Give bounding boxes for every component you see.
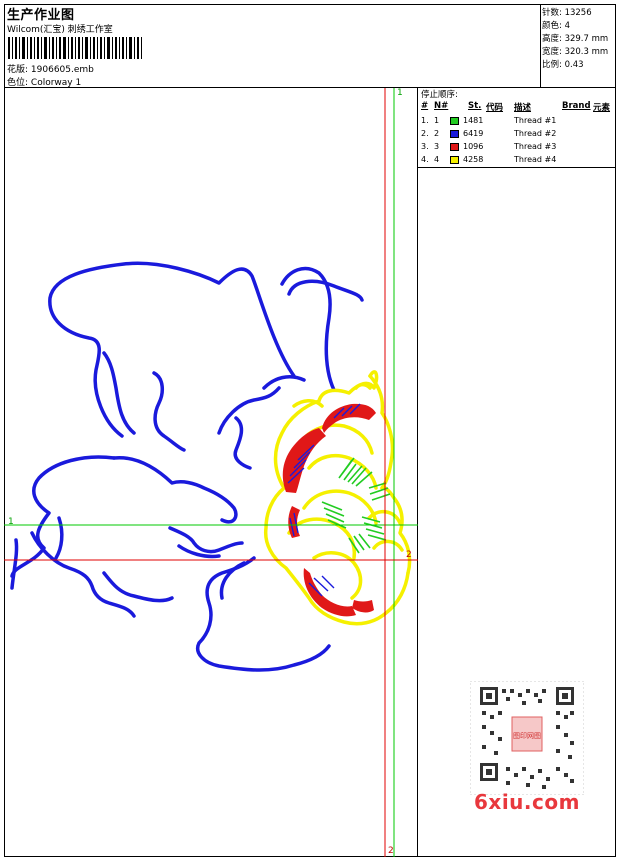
colorway-value: Colorway 1 (30, 78, 82, 88)
row-desc: Thread #4 (514, 155, 557, 164)
col-st: St. (468, 101, 482, 111)
stat-label: 高度: (542, 34, 562, 44)
red-h-label: 2 (406, 550, 412, 560)
watermark-logo: 6xiu.com (474, 790, 580, 814)
stat-scale: 比例: 0.43 (542, 58, 584, 70)
stats-panel: 针数: 13256 颜色: 4 高度: 329.7 mm 宽度: 320.3 m… (540, 4, 616, 88)
color-swatch (450, 117, 459, 125)
green-v-label: 1 (397, 88, 403, 98)
row-code: 6419 (463, 129, 484, 138)
col-brand: Brand (562, 101, 591, 111)
col-num: # (421, 101, 429, 111)
stat-value: 13256 (564, 8, 592, 18)
stat-stitches: 针数: 13256 (542, 6, 592, 18)
table-divider (418, 167, 616, 168)
design-value: 1906605.emb (30, 65, 94, 75)
row-code: 1481 (463, 116, 484, 125)
stat-label: 比例: (542, 60, 562, 70)
stat-colors: 颜色: 4 (542, 19, 570, 31)
red-v-label: 2 (388, 846, 394, 856)
color-swatch (450, 143, 459, 151)
row-num: 3. (421, 142, 429, 151)
row-n: 2 (434, 129, 440, 138)
green-h-label: 1 (8, 517, 14, 527)
studio-name: Wilcom(汇宝) 刺绣工作室 (7, 25, 113, 35)
design-canvas: 1 1 2 2 (4, 88, 418, 857)
qr-code: 图印网图 (470, 681, 584, 795)
color-swatch (450, 156, 459, 164)
design-row: 花版: 1906605.emb (7, 62, 94, 75)
design-label: 花版: (7, 65, 29, 75)
row-num: 1. (421, 116, 429, 125)
stat-height: 高度: 329.7 mm (542, 32, 608, 44)
stat-label: 宽度: (542, 47, 562, 57)
row-desc: Thread #1 (514, 116, 557, 125)
stat-label: 颜色: (542, 21, 562, 31)
col-desc: 描述 (514, 103, 532, 113)
stat-value: 320.3 mm (564, 47, 609, 57)
row-n: 4 (434, 155, 440, 164)
embroidery-design (4, 88, 418, 857)
colorway-row: 色位: Colorway 1 (7, 75, 81, 88)
stat-value: 0.43 (564, 60, 584, 70)
header-panel: 生产作业图 Wilcom(汇宝) 刺绣工作室 花版: 1906605.emb 色… (4, 4, 541, 88)
row-desc: Thread #3 (514, 142, 557, 151)
stat-width: 宽度: 320.3 mm (542, 45, 608, 57)
row-n: 1 (434, 116, 440, 125)
stat-label: 针数: (542, 8, 562, 18)
row-num: 2. (421, 129, 429, 138)
table-row: 2. 2 6419 Thread #2 (418, 128, 616, 141)
table-row: 4. 4 4258 Thread #4 (418, 154, 616, 167)
table-row: 3. 3 1096 Thread #3 (418, 141, 616, 154)
stop-sequence-heading: 停止顺序: (421, 90, 458, 100)
col-code: 代码 (486, 103, 504, 113)
green-fill-group (321, 457, 391, 554)
col-element: 元素 (593, 103, 611, 113)
color-swatch (450, 130, 459, 138)
stat-value: 329.7 mm (564, 34, 609, 44)
row-code: 4258 (463, 155, 484, 164)
col-n: N# (434, 101, 449, 111)
stamp-text: 图印网图 (513, 732, 541, 740)
row-n: 3 (434, 142, 440, 151)
row-desc: Thread #2 (514, 129, 557, 138)
table-row: 1. 1 1481 Thread #1 (418, 115, 616, 128)
row-num: 4. (421, 155, 429, 164)
stat-value: 4 (564, 21, 570, 31)
colorway-label: 色位: (7, 78, 29, 88)
row-code: 1096 (463, 142, 484, 151)
barcode (8, 37, 142, 59)
page-title: 生产作业图 (7, 8, 75, 23)
